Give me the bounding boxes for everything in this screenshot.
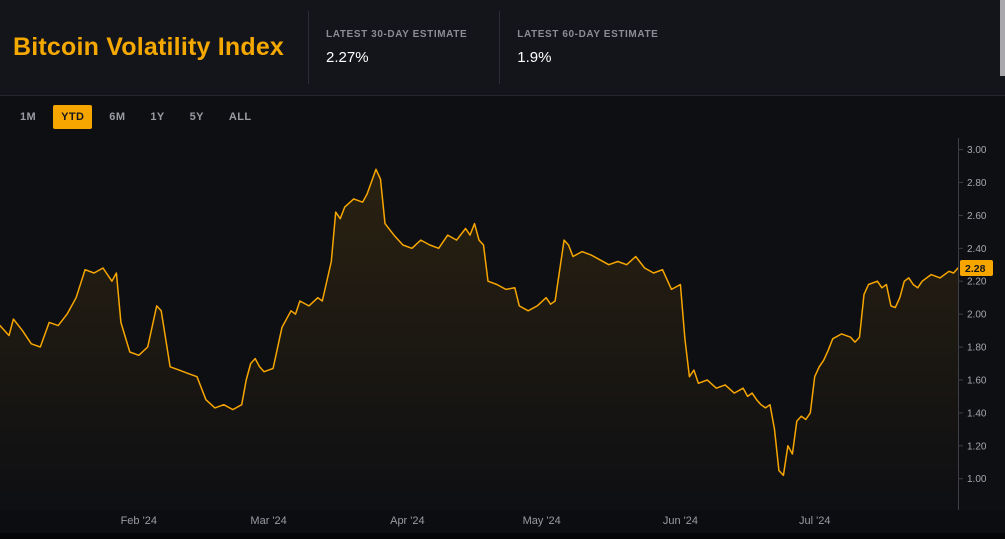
y-tick-label: 2.00 [967, 310, 987, 321]
x-axis: Feb '24 Mar '24 Apr '24 May '24 Jun '24 Jul '… [0, 510, 1005, 539]
y-tick-label: 1.60 [967, 375, 987, 386]
header: Bitcoin Volatility Index LATEST 30-DAY E… [0, 0, 1005, 96]
y-tick-label: 2.20 [967, 277, 987, 288]
bitcoin-volatility-app: Bitcoin Volatility Index LATEST 30-DAY E… [0, 0, 1005, 539]
y-tick-label: 1.80 [967, 343, 987, 354]
stat-30day-estimate: LATEST 30-DAY ESTIMATE 2.27% [309, 0, 499, 95]
x-tick-label: Jul '24 [799, 515, 830, 527]
y-tick-label: 1.20 [967, 441, 987, 452]
y-tick-label: 1.40 [967, 408, 987, 419]
stat-60day-estimate: LATEST 60-DAY ESTIMATE 1.9% [500, 0, 690, 95]
y-tick-label: 3.00 [967, 145, 987, 156]
chart-area[interactable]: 1.00 1.20 1.40 1.60 1.80 2.00 2.20 2.40 2.60 2.80… [0, 138, 1005, 510]
tab-5y[interactable]: 5Y [182, 105, 212, 129]
stat-30day-label: LATEST 30-DAY ESTIMATE [326, 29, 467, 40]
last-value-label: 2.28 [965, 263, 986, 275]
x-tick-label: Jun '24 [663, 515, 698, 527]
stat-30day-value: 2.27% [326, 49, 467, 66]
last-value-badge-group: 2.28 [960, 260, 993, 276]
y-tick-label: 2.80 [967, 178, 987, 189]
tab-6m[interactable]: 6M [101, 105, 133, 129]
x-tick-label: May '24 [523, 515, 561, 527]
tab-1y[interactable]: 1Y [142, 105, 172, 129]
tab-1m[interactable]: 1M [12, 105, 44, 129]
y-tick-label: 1.00 [967, 474, 987, 485]
y-tick-label: 2.40 [967, 244, 987, 255]
x-tick-label: Mar '24 [250, 515, 286, 527]
y-tick-label: 2.60 [967, 211, 987, 222]
volatility-chart[interactable]: 1.00 1.20 1.40 1.60 1.80 2.00 2.20 2.40 2.60 2.80… [0, 138, 1005, 510]
range-tabs: 1M YTD 6M 1Y 5Y ALL [0, 96, 1005, 138]
area-fill [0, 169, 958, 510]
y-axis: 1.00 1.20 1.40 1.60 1.80 2.00 2.20 2.40 2.60 2.80… [958, 145, 987, 485]
x-tick-label: Feb '24 [121, 515, 157, 527]
tab-ytd[interactable]: YTD [53, 105, 92, 129]
page-title: Bitcoin Volatility Index [0, 0, 308, 95]
stat-60day-label: LATEST 60-DAY ESTIMATE [517, 29, 658, 40]
tab-all[interactable]: ALL [221, 105, 260, 129]
x-tick-label: Apr '24 [390, 515, 425, 527]
scrollbar-thumb[interactable] [1000, 0, 1005, 76]
stat-60day-value: 1.9% [517, 49, 658, 66]
